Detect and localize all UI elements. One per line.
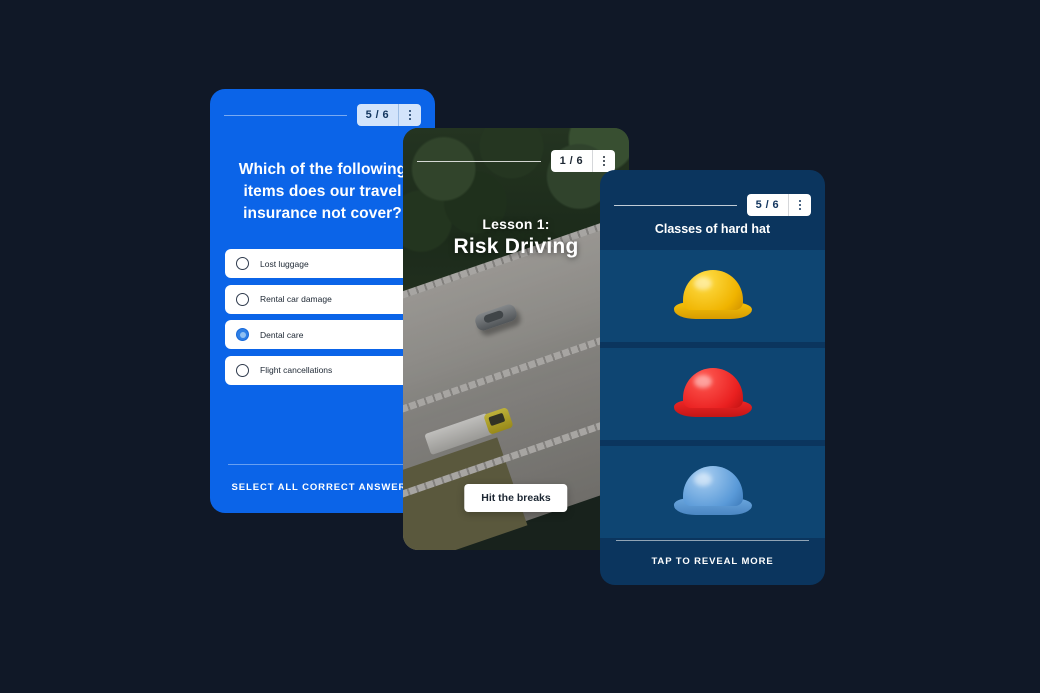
yellow-hard-hat-icon <box>673 270 752 322</box>
hard-hat-item[interactable] <box>600 250 825 342</box>
footer-divider <box>616 540 809 541</box>
red-hard-hat-icon <box>673 368 752 420</box>
hats-card-title: Classes of hard hat <box>654 222 771 236</box>
kebab-menu-icon[interactable] <box>789 194 811 216</box>
quiz-footer-cta[interactable]: SELECT ALL CORRECT ANSWERS <box>228 482 417 493</box>
hit-the-breaks-button[interactable]: Hit the breaks <box>464 484 568 512</box>
progress-rule <box>224 114 347 116</box>
quiz-question: Which of the following items does our tr… <box>238 161 407 222</box>
hats-progress-badge[interactable]: 5 / 6 <box>746 194 811 216</box>
kebab-menu-icon[interactable] <box>399 104 421 126</box>
hard-hat-item[interactable] <box>600 446 825 538</box>
quiz-option[interactable]: Flight cancellations <box>225 355 420 385</box>
blue-hard-hat-icon <box>673 466 752 518</box>
quiz-card-footer: SELECT ALL CORRECT ANSWERS <box>228 464 417 493</box>
quiz-card-topbar: 5 / 6 <box>210 104 435 126</box>
quiz-option[interactable]: Lost luggage <box>225 249 420 278</box>
lesson-card: 1 / 6 Lesson 1: Risk Driving Hit the bre… <box>403 128 629 550</box>
lesson-progress-count: 1 / 6 <box>559 155 583 167</box>
quiz-option-label: Lost luggage <box>260 258 309 269</box>
quiz-option-label: Rental car damage <box>260 294 332 304</box>
lesson-progress-badge[interactable]: 1 / 6 <box>550 150 615 172</box>
hard-hat-item[interactable] <box>600 348 825 440</box>
quiz-progress-count: 5 / 6 <box>365 109 389 121</box>
lesson-title-block: Lesson 1: Risk Driving <box>415 216 617 259</box>
quiz-option[interactable]: Rental car damage <box>225 284 420 314</box>
quiz-option-label: Flight cancellations <box>260 365 333 375</box>
lesson-title: Risk Driving <box>453 235 579 258</box>
hard-hats-card: 5 / 6 Classes of hard hat TAP TO REVEAL … <box>600 170 825 585</box>
radio-icon[interactable] <box>236 363 249 377</box>
hard-hat-list <box>600 250 825 544</box>
radio-icon[interactable] <box>236 257 249 270</box>
progress-rule <box>417 160 541 162</box>
hats-footer-cta[interactable]: TAP TO REVEAL MORE <box>616 556 809 567</box>
quiz-options-list: Lost luggage Rental car damage Dental ca… <box>225 249 420 391</box>
radio-icon-selected[interactable] <box>236 328 249 341</box>
footer-divider <box>228 464 417 465</box>
screenshot-canvas: 5 / 6 Which of the following items does … <box>0 0 1040 693</box>
lesson-eyebrow: Lesson 1: <box>482 216 550 232</box>
progress-rule <box>614 204 737 206</box>
quiz-option[interactable]: Dental care <box>225 320 420 349</box>
kebab-menu-icon[interactable] <box>593 150 615 172</box>
quiz-progress-badge[interactable]: 5 / 6 <box>356 104 421 126</box>
lesson-card-topbar: 1 / 6 <box>403 150 629 172</box>
radio-icon[interactable] <box>236 292 249 306</box>
quiz-option-label: Dental care <box>260 329 304 340</box>
hats-card-footer: TAP TO REVEAL MORE <box>616 540 809 567</box>
hats-progress-count: 5 / 6 <box>755 199 779 211</box>
hats-card-topbar: 5 / 6 <box>600 194 825 216</box>
quiz-card: 5 / 6 Which of the following items does … <box>210 89 435 513</box>
